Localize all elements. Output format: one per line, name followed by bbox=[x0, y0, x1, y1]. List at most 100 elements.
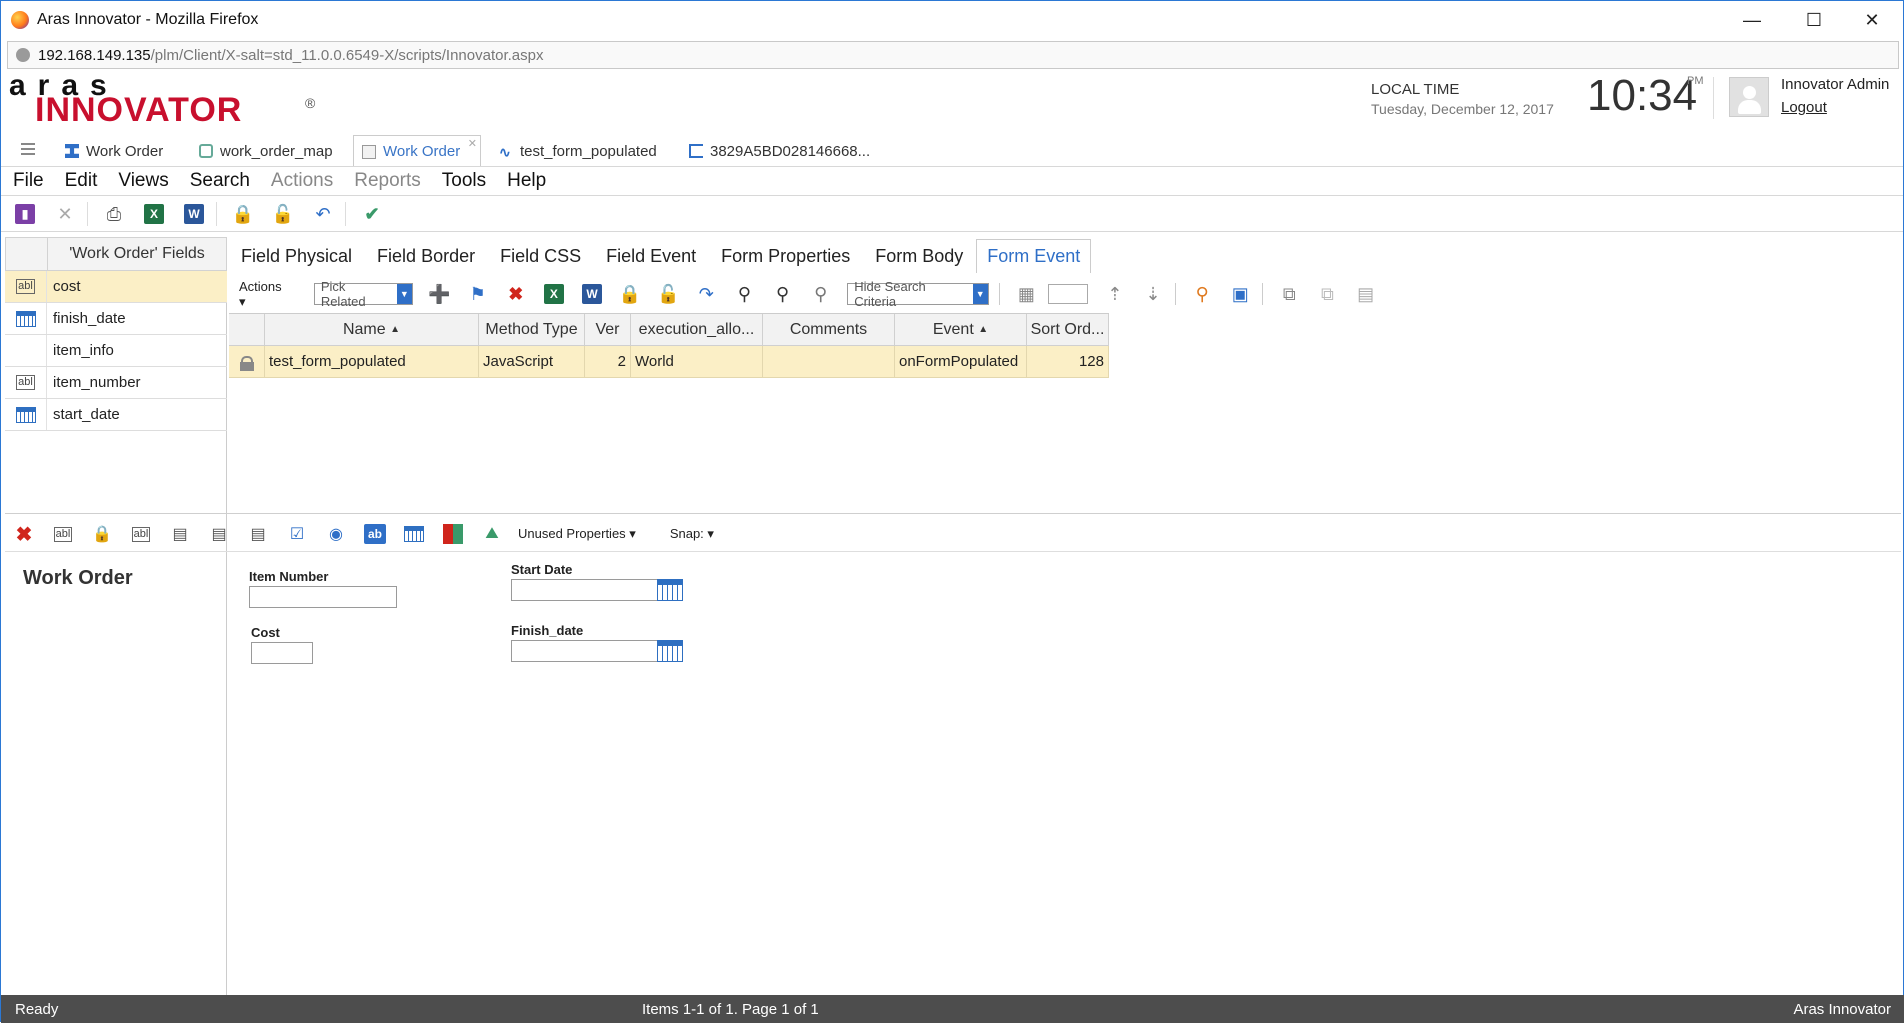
listbox-field-icon[interactable]: ▤ bbox=[245, 523, 271, 545]
splitter[interactable] bbox=[5, 513, 1901, 514]
excel-icon[interactable]: X bbox=[542, 282, 565, 306]
column-header-ver[interactable]: Ver bbox=[585, 314, 631, 346]
word-icon[interactable]: W bbox=[182, 202, 206, 226]
logout-link[interactable]: Logout bbox=[1781, 99, 1827, 116]
search-options-icon[interactable]: ⚲ bbox=[809, 282, 832, 306]
pick-related-select[interactable]: Pick Related ▼ bbox=[313, 279, 414, 309]
menu-file[interactable]: File bbox=[13, 170, 44, 192]
doc-tab-work-order-form[interactable]: Work Order ✕ bbox=[353, 135, 481, 167]
field-row-item-number[interactable]: abl item_number bbox=[5, 367, 227, 399]
tab-field-event[interactable]: Field Event bbox=[606, 239, 696, 273]
copy-icon[interactable]: ⧉ bbox=[1278, 282, 1301, 306]
field-row-start-date[interactable]: start_date bbox=[5, 399, 227, 431]
cost-field[interactable] bbox=[251, 642, 313, 664]
search-criteria-select[interactable]: Hide Search Criteria ▼ bbox=[847, 279, 989, 309]
done-check-icon[interactable]: ✔ bbox=[360, 202, 384, 226]
column-header-name[interactable]: Name ▲ bbox=[265, 314, 479, 346]
column-header-event[interactable]: Event ▲ bbox=[895, 314, 1027, 346]
lock-icon[interactable]: 🔒 bbox=[89, 523, 115, 545]
tab-field-border[interactable]: Field Border bbox=[377, 239, 475, 273]
pick-item-icon[interactable]: ⚑ bbox=[466, 282, 489, 306]
snap-dropdown[interactable]: Snap: ▾ bbox=[670, 526, 714, 542]
excel-icon[interactable]: X bbox=[142, 202, 166, 226]
cell-execution[interactable]: World bbox=[631, 346, 763, 378]
cell-comments[interactable] bbox=[763, 346, 895, 378]
close-tab-icon[interactable]: ✕ bbox=[468, 137, 477, 150]
checkbox-icon[interactable]: ☑ bbox=[284, 523, 310, 545]
radio-button-icon[interactable]: ◉ bbox=[323, 523, 349, 545]
select-all-icon[interactable]: ▦ bbox=[1015, 282, 1038, 306]
field-row-item-info[interactable]: item_info bbox=[5, 335, 227, 367]
doc-tab-work-order[interactable]: Work Order bbox=[57, 135, 171, 167]
cost-label[interactable]: Cost bbox=[251, 625, 280, 640]
find-icon[interactable]: ⚲ bbox=[1191, 282, 1214, 306]
menu-reports[interactable]: Reports bbox=[354, 170, 421, 192]
menu-actions[interactable]: Actions bbox=[271, 170, 333, 192]
site-info-icon[interactable] bbox=[16, 48, 30, 62]
doc-tab-test-form-populated[interactable]: ∿ test_form_populated bbox=[491, 135, 665, 167]
page-size-input[interactable] bbox=[1047, 284, 1089, 304]
menu-views[interactable]: Views bbox=[118, 170, 168, 192]
actions-dropdown[interactable]: Actions ▾ bbox=[239, 279, 290, 310]
table-row[interactable]: test_form_populated JavaScript 2 World o… bbox=[229, 346, 1109, 378]
merge-icon[interactable]: ▣ bbox=[1229, 282, 1252, 306]
delete-row-icon[interactable]: ✖ bbox=[504, 282, 527, 306]
item-number-label[interactable]: Item Number bbox=[249, 569, 328, 584]
sort-ascending-icon[interactable]: ⇡ bbox=[1103, 282, 1126, 306]
print-icon[interactable]: ⎙ bbox=[102, 202, 126, 226]
color-picker-icon[interactable] bbox=[440, 523, 466, 545]
tab-form-event[interactable]: Form Event bbox=[976, 239, 1092, 273]
doc-tab-3829[interactable]: 3829A5BD028146668... bbox=[681, 135, 878, 167]
menu-edit[interactable]: Edit bbox=[65, 170, 98, 192]
address-bar[interactable]: 192.168.149.135 /plm/Client/X-salt=std_1… bbox=[7, 41, 1899, 69]
maximize-button[interactable]: ☐ bbox=[1785, 1, 1843, 39]
list-field-icon[interactable]: ▤ bbox=[206, 523, 232, 545]
unused-properties-dropdown[interactable]: Unused Properties ▾ bbox=[518, 526, 636, 542]
discard-icon[interactable]: ✕ bbox=[53, 202, 77, 226]
doc-tab-work-order-map[interactable]: work_order_map bbox=[191, 135, 341, 167]
dropdown-field-icon[interactable]: ▤ bbox=[167, 523, 193, 545]
calendar-icon[interactable] bbox=[657, 579, 683, 601]
properties-icon[interactable]: ▤ bbox=[1354, 282, 1377, 306]
tab-form-properties[interactable]: Form Properties bbox=[721, 239, 850, 273]
calendar-icon[interactable] bbox=[401, 523, 427, 545]
cell-name[interactable]: test_form_populated bbox=[265, 346, 479, 378]
delete-field-icon[interactable]: ✖ bbox=[11, 523, 37, 546]
add-row-icon[interactable]: ➕ bbox=[428, 282, 451, 306]
unlock-icon[interactable]: 🔓 bbox=[271, 202, 295, 226]
column-header-method-type[interactable]: Method Type bbox=[479, 314, 585, 346]
unlock-icon[interactable]: 🔓 bbox=[657, 282, 680, 306]
clear-search-icon[interactable]: ⚲ bbox=[771, 282, 794, 306]
textbox-icon[interactable]: abl bbox=[128, 523, 154, 545]
sort-descending-icon[interactable]: ⇣ bbox=[1142, 282, 1165, 306]
cell-ver[interactable]: 2 bbox=[585, 346, 631, 378]
form-title[interactable]: Work Order bbox=[23, 567, 133, 590]
text-field-icon[interactable]: ab bbox=[362, 523, 388, 545]
start-date-label[interactable]: Start Date bbox=[511, 562, 572, 577]
lock-icon[interactable]: 🔒 bbox=[231, 202, 255, 226]
calendar-icon[interactable] bbox=[657, 640, 683, 662]
redo-icon[interactable]: ↷ bbox=[695, 282, 718, 306]
image-icon[interactable]: ⛰ bbox=[479, 523, 505, 545]
paste-icon[interactable]: ⧉ bbox=[1316, 282, 1339, 306]
field-row-finish-date[interactable]: finish_date bbox=[5, 303, 227, 335]
search-icon[interactable]: ⚲ bbox=[733, 282, 756, 306]
tab-field-css[interactable]: Field CSS bbox=[500, 239, 581, 273]
column-header-execution[interactable]: execution_allo... bbox=[631, 314, 763, 346]
column-header-sort-order[interactable]: Sort Ord... bbox=[1027, 314, 1109, 346]
cell-event[interactable]: onFormPopulated bbox=[895, 346, 1027, 378]
cell-sort-order[interactable]: 128 bbox=[1027, 346, 1109, 378]
item-number-field[interactable] bbox=[249, 586, 397, 608]
textbox-icon[interactable]: abl bbox=[50, 523, 76, 545]
field-row-cost[interactable]: abl cost bbox=[5, 271, 227, 303]
save-icon[interactable]: ▮ bbox=[13, 202, 37, 226]
lock-icon[interactable]: 🔒 bbox=[619, 282, 642, 306]
close-window-button[interactable]: ✕ bbox=[1843, 1, 1901, 39]
word-icon[interactable]: W bbox=[580, 282, 603, 306]
finish-date-field[interactable] bbox=[511, 640, 659, 662]
menu-help[interactable]: Help bbox=[507, 170, 546, 192]
menu-tools[interactable]: Tools bbox=[442, 170, 486, 192]
hamburger-menu-icon[interactable] bbox=[21, 143, 35, 155]
tab-field-physical[interactable]: Field Physical bbox=[241, 239, 352, 273]
menu-search[interactable]: Search bbox=[190, 170, 250, 192]
